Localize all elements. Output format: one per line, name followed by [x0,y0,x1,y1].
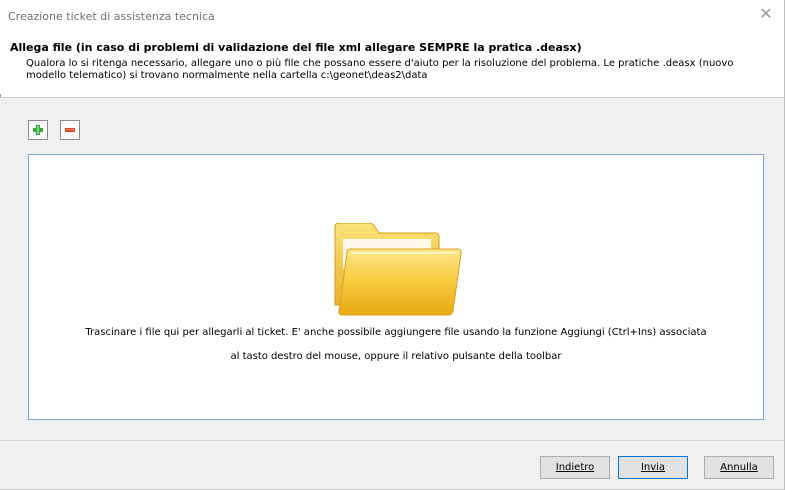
send-button[interactable]: Invia [618,456,688,479]
page-title: Allega file (in caso di problemi di vali… [10,41,582,54]
wizard-header: Allega file (in caso di problemi di vali… [0,36,784,94]
file-drop-area[interactable]: Trascinare i file qui per allegarli al t… [28,154,764,420]
minus-icon [65,128,75,132]
drop-instructions-line1: Trascinare i file qui per allegarli al t… [85,327,707,338]
page-description: Qualora lo si ritenga necessario, allega… [26,58,734,81]
send-button-label: Invia [640,462,666,473]
folder-icon [334,223,462,316]
dialog-window: Creazione ticket di assistenza tecnica ✕… [0,0,785,490]
close-icon[interactable]: ✕ [758,6,774,22]
window-title: Creazione ticket di assistenza tecnica [8,10,215,23]
cancel-button[interactable]: Annulla [704,456,774,479]
drop-instructions-line2: al tasto destro del mouse, oppure il rel… [230,351,562,362]
back-button-label: Indietro [555,462,595,473]
back-button[interactable]: Indietro [540,456,610,479]
cancel-button-label: Annulla [720,462,758,473]
add-file-button[interactable] [28,120,48,140]
remove-file-button[interactable] [60,120,80,140]
plus-icon [33,125,43,135]
title-bar: Creazione ticket di assistenza tecnica ✕ [0,0,784,32]
